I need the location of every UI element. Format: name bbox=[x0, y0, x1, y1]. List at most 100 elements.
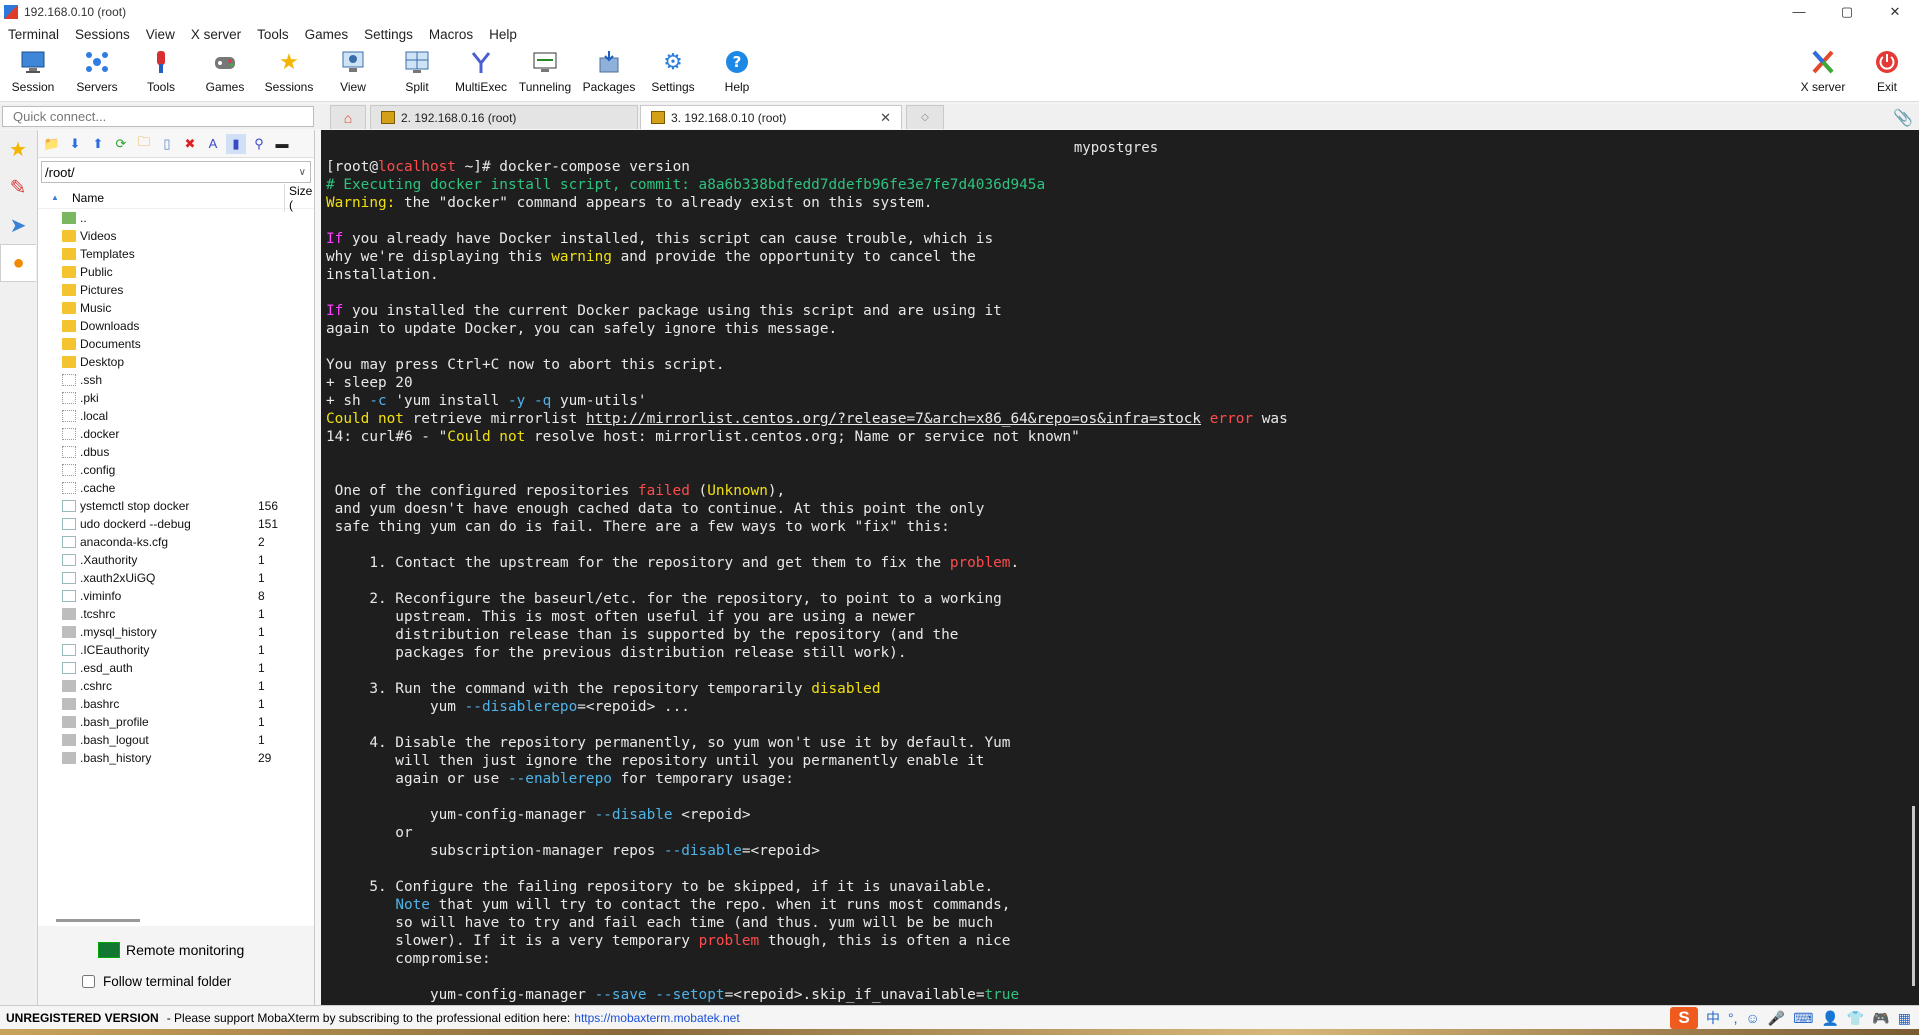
menu-x-server[interactable]: X server bbox=[183, 27, 249, 42]
file-row[interactable]: anaconda-ks.cfg 2 bbox=[38, 533, 314, 551]
file-row[interactable]: .mysql_history 1 bbox=[38, 623, 314, 641]
close-tab-icon[interactable]: ✕ bbox=[880, 110, 891, 126]
tools-button[interactable]: Tools bbox=[130, 48, 192, 100]
rail-tools-button[interactable]: ✎ bbox=[0, 168, 36, 206]
sogou-ime-icon[interactable]: S bbox=[1670, 1007, 1698, 1029]
file-row[interactable]: .cache bbox=[38, 479, 314, 497]
file-row[interactable]: .Xauthority 1 bbox=[38, 551, 314, 569]
menu-terminal[interactable]: Terminal bbox=[0, 27, 67, 42]
text-icon[interactable]: A bbox=[203, 134, 223, 154]
exit-button[interactable]: Exit bbox=[1856, 48, 1918, 100]
file-row[interactable]: Public bbox=[38, 263, 314, 281]
paperclip-icon[interactable]: 📎 bbox=[1893, 108, 1913, 128]
games-button[interactable]: Games bbox=[194, 48, 256, 100]
new-file-icon[interactable]: ▯ bbox=[157, 134, 177, 154]
rail-macros-button[interactable]: ➤ bbox=[0, 206, 36, 244]
maximize-button[interactable]: ▢ bbox=[1823, 0, 1871, 23]
file-row[interactable]: Videos bbox=[38, 227, 314, 245]
file-row[interactable]: Downloads bbox=[38, 317, 314, 335]
help-button[interactable]: ? Help bbox=[706, 48, 768, 100]
minimize-button[interactable]: — bbox=[1775, 0, 1823, 23]
view-button[interactable]: View bbox=[322, 48, 384, 100]
file-row[interactable]: .ssh bbox=[38, 371, 314, 389]
upload-icon[interactable]: ⬆ bbox=[88, 134, 108, 154]
terminal-sync-icon[interactable]: ▮ bbox=[226, 133, 246, 154]
file-row[interactable]: .esd_auth 1 bbox=[38, 659, 314, 677]
chevron-down-icon[interactable]: ∨ bbox=[299, 167, 306, 178]
file-list-scrollbar[interactable] bbox=[56, 919, 140, 922]
sessions-button[interactable]: ★ Sessions bbox=[258, 48, 320, 100]
file-row[interactable]: .pki bbox=[38, 389, 314, 407]
xserver-button[interactable]: X server bbox=[1792, 48, 1854, 100]
menu-games[interactable]: Games bbox=[297, 27, 357, 42]
file-row[interactable]: .docker bbox=[38, 425, 314, 443]
wand-icon[interactable]: ⚲ bbox=[249, 134, 269, 154]
menu-view[interactable]: View bbox=[138, 27, 183, 42]
menu-tools[interactable]: Tools bbox=[249, 27, 297, 42]
file-row[interactable]: .local bbox=[38, 407, 314, 425]
terminal-output[interactable]: [root@localhost ~]# docker-compose versi… bbox=[326, 158, 1896, 1004]
file-row[interactable]: .dbus bbox=[38, 443, 314, 461]
file-row[interactable]: Music bbox=[38, 299, 314, 317]
terminal-view[interactable]: mypostgres [root@localhost ~]# docker-co… bbox=[321, 130, 1919, 1005]
tab-session-2[interactable]: 2. 192.168.0.16 (root) bbox=[370, 105, 638, 129]
file-row[interactable]: Documents bbox=[38, 335, 314, 353]
rail-sessions-button[interactable]: ★ bbox=[0, 130, 36, 168]
rail-sftp-button[interactable]: ● bbox=[0, 244, 36, 282]
remote-monitoring-button[interactable]: Remote monitoring bbox=[98, 942, 244, 958]
toolbox-icon[interactable]: ▦ bbox=[1898, 1010, 1911, 1027]
terminal-icon[interactable]: ▬ bbox=[272, 134, 292, 154]
user-icon[interactable]: 👤 bbox=[1821, 1010, 1838, 1027]
tunneling-button[interactable]: Tunneling bbox=[514, 48, 576, 100]
size-column-header[interactable]: Size ( bbox=[284, 183, 314, 212]
new-tab-button[interactable]: ◇ bbox=[906, 105, 944, 129]
refresh-icon[interactable]: ⟳ bbox=[111, 134, 131, 154]
mobaxterm-link[interactable]: https://mobaxterm.mobatek.net bbox=[574, 1011, 739, 1025]
menu-sessions[interactable]: Sessions bbox=[67, 27, 138, 42]
file-row[interactable]: .bash_profile 1 bbox=[38, 713, 314, 731]
split-button[interactable]: Split bbox=[386, 48, 448, 100]
file-row[interactable]: .ICEauthority 1 bbox=[38, 641, 314, 659]
emoji-icon[interactable]: ☺ bbox=[1746, 1010, 1760, 1026]
skin-icon[interactable]: 👕 bbox=[1847, 1010, 1864, 1027]
file-row[interactable]: Pictures bbox=[38, 281, 314, 299]
file-row[interactable]: .bash_history 29 bbox=[38, 749, 314, 767]
quick-connect-input[interactable] bbox=[2, 106, 314, 127]
follow-terminal-folder-option[interactable]: Follow terminal folder bbox=[82, 974, 231, 989]
name-column-header[interactable]: Name bbox=[72, 191, 104, 205]
keyboard-icon[interactable]: ⌨ bbox=[1793, 1010, 1813, 1027]
menu-help[interactable]: Help bbox=[481, 27, 525, 42]
menu-settings[interactable]: Settings bbox=[356, 27, 421, 42]
file-row[interactable]: .cshrc 1 bbox=[38, 677, 314, 695]
microphone-icon[interactable]: 🎤 bbox=[1768, 1010, 1785, 1027]
file-row[interactable]: .bash_logout 1 bbox=[38, 731, 314, 749]
file-row[interactable]: .viminfo 8 bbox=[38, 587, 314, 605]
ime-language-label[interactable]: 中 bbox=[1706, 1008, 1720, 1028]
file-row[interactable]: .bashrc 1 bbox=[38, 695, 314, 713]
file-row[interactable]: .config bbox=[38, 461, 314, 479]
follow-terminal-folder-checkbox[interactable] bbox=[82, 975, 95, 988]
close-button[interactable]: ✕ bbox=[1871, 0, 1919, 23]
download-icon[interactable]: ⬇ bbox=[65, 134, 85, 154]
file-row[interactable]: .. bbox=[38, 209, 314, 227]
file-row[interactable]: udo dockerd --debug 151 bbox=[38, 515, 314, 533]
file-row[interactable]: .xauth2xUiGQ 1 bbox=[38, 569, 314, 587]
menu-macros[interactable]: Macros bbox=[421, 27, 481, 42]
file-row[interactable]: Templates bbox=[38, 245, 314, 263]
multiexec-button[interactable]: MultiExec bbox=[450, 48, 512, 100]
path-field[interactable]: /root/ ∨ bbox=[41, 161, 311, 183]
gamepad-icon[interactable]: 🎮 bbox=[1872, 1010, 1889, 1027]
file-row[interactable]: .tcshrc 1 bbox=[38, 605, 314, 623]
delete-icon[interactable]: ✖ bbox=[180, 134, 200, 154]
parent-folder-icon[interactable]: 📁 bbox=[42, 134, 62, 154]
new-folder-icon[interactable]: 🗀 bbox=[134, 134, 154, 154]
file-row[interactable]: Desktop bbox=[38, 353, 314, 371]
settings-button[interactable]: ⚙ Settings bbox=[642, 48, 704, 100]
tab-session-3[interactable]: 3. 192.168.0.10 (root) ✕ bbox=[640, 105, 902, 129]
terminal-scrollbar[interactable] bbox=[1912, 806, 1915, 986]
file-row[interactable]: ystemctl stop docker 156 bbox=[38, 497, 314, 515]
packages-button[interactable]: Packages bbox=[578, 48, 640, 100]
punctuation-icon[interactable]: °, bbox=[1728, 1010, 1738, 1026]
servers-button[interactable]: Servers bbox=[66, 48, 128, 100]
tab-home[interactable]: ⌂ bbox=[330, 105, 366, 129]
